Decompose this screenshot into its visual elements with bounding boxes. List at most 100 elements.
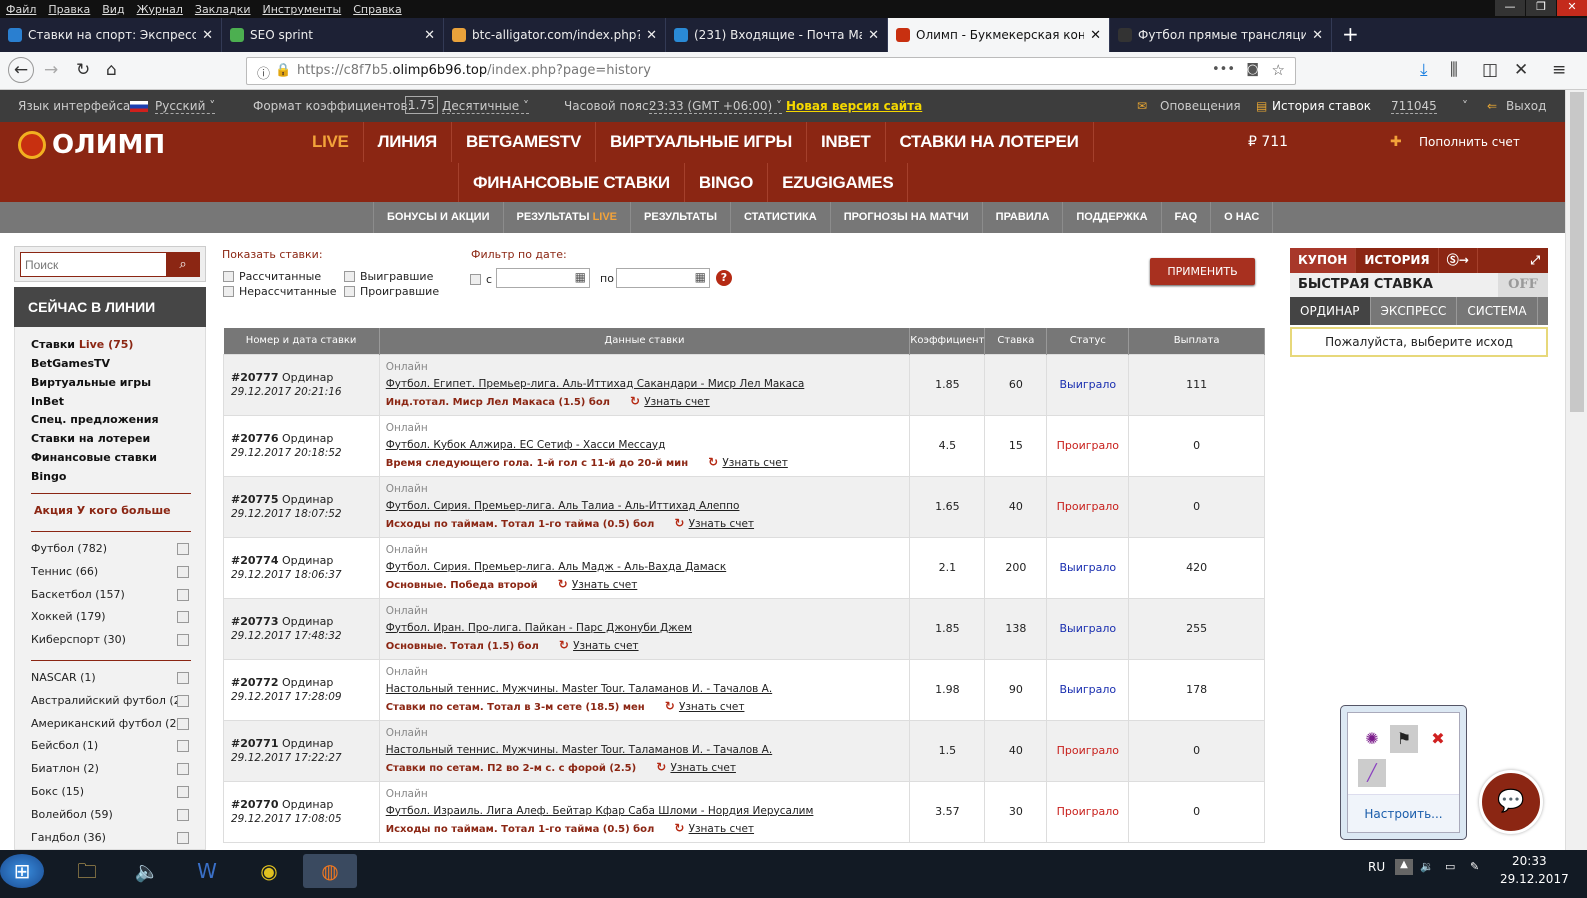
sidebar-item[interactable]: Ставки на лотереи — [31, 432, 150, 445]
bookmark-star-icon[interactable]: ☆ — [1272, 61, 1285, 79]
home-button[interactable]: ⌂ — [106, 60, 117, 80]
score-button[interactable]: ↻ Узнать счет — [665, 699, 745, 713]
event-link[interactable]: Настольный теннис. Мужчины. Master Tour.… — [386, 681, 910, 698]
sport-item[interactable]: Хоккей (179) — [31, 610, 189, 624]
date-from-input[interactable]: ▦ — [496, 268, 590, 288]
search-button[interactable]: ⌕ — [166, 252, 200, 277]
sport-checkbox[interactable] — [177, 831, 189, 844]
checkbox[interactable] — [344, 286, 355, 297]
sidebar-item[interactable]: Bingo — [31, 470, 66, 483]
sport-checkbox[interactable] — [177, 672, 189, 684]
sport-item[interactable]: NASCAR (1) — [31, 671, 189, 684]
olimp-logo[interactable]: ОЛИМП — [18, 130, 165, 160]
clock-time[interactable]: 20:33 — [1512, 854, 1547, 868]
promo-link[interactable]: Акция У кого больше — [34, 504, 171, 517]
sport-item[interactable]: Киберспорт (30) — [31, 633, 189, 647]
new-version-link[interactable]: Новая версия сайта — [786, 99, 922, 113]
event-link[interactable]: Настольный теннис. Мужчины. Master Tour.… — [386, 742, 910, 759]
reload-button[interactable]: ↻ — [76, 60, 90, 80]
event-link[interactable]: Футбол. Египет. Премьер-лига. Аль-Иттиха… — [386, 376, 910, 393]
calendar-icon[interactable]: ▦ — [575, 270, 586, 284]
event-link[interactable]: Футбол. Сирия. Премьер-лига. Аль Мадж - … — [386, 559, 910, 576]
close-window-button[interactable]: ✕ — [1557, 0, 1587, 16]
firefox-taskbar-icon[interactable]: ◍ — [303, 854, 357, 888]
filter-lost[interactable]: Проигравшие — [344, 285, 439, 298]
subnav-item[interactable]: БОНУСЫ И АКЦИИ — [373, 202, 504, 233]
main-nav-item[interactable]: BETGAMESTV — [452, 122, 597, 162]
help-icon[interactable]: ? — [716, 270, 732, 286]
clock-date[interactable]: 29.12.2017 — [1500, 872, 1569, 886]
calendar-icon[interactable]: ▦ — [695, 270, 706, 284]
event-link[interactable]: Футбол. Кубок Алжира. ЕС Сетиф - Хасси М… — [386, 437, 910, 454]
score-button[interactable]: ↻ Узнать счет — [559, 638, 639, 652]
bet-type-tab[interactable]: ОРДИНАР — [1290, 297, 1371, 325]
cashout-icon[interactable]: Ⓢ→ — [1439, 248, 1478, 273]
score-link[interactable]: Узнать счет — [670, 762, 735, 774]
score-button[interactable]: ↻ Узнать счет — [558, 577, 638, 591]
subnav-item[interactable]: СТАТИСТИКА — [731, 202, 831, 233]
tray-expand-icon[interactable]: ▲ — [1395, 859, 1413, 875]
sport-checkbox[interactable] — [177, 634, 189, 647]
sport-checkbox[interactable] — [177, 565, 189, 578]
score-button[interactable]: ↻ Узнать счет — [630, 394, 710, 408]
deposit-link[interactable]: Пополнить счет — [1419, 135, 1520, 149]
checkbox[interactable] — [223, 286, 234, 297]
language-indicator[interactable]: RU — [1368, 860, 1385, 874]
filter-unsettled[interactable]: Нерассчитанные — [223, 285, 337, 298]
info-icon[interactable]: ⓘ — [257, 63, 270, 82]
page-scrollbar[interactable] — [1565, 90, 1587, 850]
notifications-link[interactable]: Оповещения — [1160, 99, 1241, 113]
sport-checkbox[interactable] — [177, 611, 189, 624]
event-link[interactable]: Футбол. Израиль. Лига Алеф. Бейтар Кфар … — [386, 803, 910, 820]
error-x-icon[interactable]: ✖ — [1424, 725, 1452, 753]
close-tab-icon[interactable]: ✕ — [202, 28, 213, 43]
tab-coupon[interactable]: КУПОН — [1290, 248, 1357, 273]
account-number[interactable]: 711045 — [1391, 99, 1437, 114]
sport-item[interactable]: Волейбол (59) — [31, 808, 189, 821]
checkbox[interactable] — [344, 271, 355, 282]
subnav-item[interactable]: ПОДДЕРЖКА — [1063, 202, 1162, 233]
sport-checkbox[interactable] — [177, 588, 189, 601]
score-button[interactable]: ↻ Узнать счет — [674, 821, 754, 835]
pen-icon[interactable]: ╱ — [1358, 759, 1386, 787]
language-select[interactable]: Русский ˅ — [155, 99, 216, 114]
main-nav-item[interactable]: LIVE — [298, 122, 364, 162]
date-filter-checkbox[interactable]: с — [470, 273, 492, 286]
sidebar-item[interactable]: BetGamesTV — [31, 357, 110, 370]
subnav-item[interactable]: О НАС — [1211, 202, 1274, 233]
account-dropdown-icon[interactable]: ˅ — [1462, 99, 1468, 113]
sport-item[interactable]: Баскетбол (157) — [31, 588, 189, 601]
library-icon[interactable]: ⫼ — [1450, 60, 1458, 80]
menu-item[interactable]: Справка — [353, 3, 401, 16]
main-nav-item[interactable]: ФИНАНСОВЫЕ СТАВКИ — [458, 163, 685, 203]
score-button[interactable]: ↻ Узнать счет — [656, 760, 736, 774]
sport-checkbox[interactable] — [177, 543, 189, 555]
fast-bet-toggle[interactable]: OFF — [1498, 273, 1548, 297]
sport-item[interactable]: Футбол (782) — [31, 542, 189, 555]
sport-item[interactable]: Теннис (66) — [31, 565, 189, 578]
download-icon[interactable]: ⤓ — [1420, 60, 1428, 80]
sport-checkbox[interactable] — [177, 786, 189, 798]
subnav-item[interactable]: ПРАВИЛА — [983, 202, 1064, 233]
logout-link[interactable]: Выход — [1506, 99, 1546, 113]
main-nav-item[interactable]: ЛИНИЯ — [364, 122, 452, 162]
action-center-flag-icon[interactable]: ⚑ — [1390, 725, 1418, 753]
main-nav-item[interactable]: СТАВКИ НА ЛОТЕРЕИ — [886, 122, 1094, 162]
score-button[interactable]: ↻ Узнать счет — [674, 516, 754, 530]
forward-button[interactable]: → — [44, 60, 58, 80]
subnav-item[interactable]: ПРОГНОЗЫ НА МАТЧИ — [831, 202, 983, 233]
sidebar-item[interactable]: Спец. предложения — [31, 413, 159, 426]
score-link[interactable]: Узнать счет — [679, 701, 744, 713]
sport-item[interactable]: Бейсбол (1) — [31, 739, 189, 753]
network-icon[interactable]: ▭ — [1445, 860, 1455, 873]
search-input[interactable] — [20, 252, 170, 277]
score-button[interactable]: ↻ Узнать счет — [708, 455, 788, 469]
browser-tab[interactable]: SEO sprint ✕ — [222, 18, 444, 52]
odds-format-select[interactable]: Десятичные ˅ — [442, 99, 529, 114]
menu-item[interactable]: Файл — [6, 3, 36, 16]
close-tab-icon[interactable]: ✕ — [868, 28, 879, 43]
browser-tab[interactable]: (231) Входящие - Почта Mail.R ✕ — [666, 18, 888, 52]
sport-checkbox[interactable] — [177, 694, 189, 707]
menu-item[interactable]: Закладки — [195, 3, 251, 16]
extension-icon[interactable]: ✕ — [1514, 60, 1528, 80]
